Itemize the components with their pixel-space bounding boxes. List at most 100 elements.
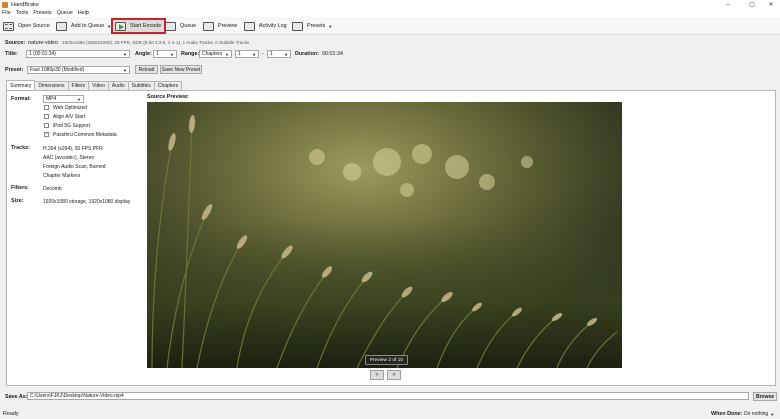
when-done-value: Do nothing: [744, 411, 769, 417]
presets-label: Presets: [307, 23, 326, 29]
filters-label: Filters:: [11, 185, 29, 191]
minimize-button[interactable]: –: [716, 0, 740, 9]
tab-chapters[interactable]: Chapters: [153, 81, 183, 90]
source-name: nature-video: [28, 39, 59, 46]
preview-label: Preview: [218, 23, 238, 29]
track-item: Chapter Markers: [43, 173, 81, 179]
menu-presets[interactable]: Presets: [33, 10, 51, 16]
angle-label: Angle:: [135, 51, 152, 57]
format-label: Format:: [11, 96, 32, 102]
handbrake-logo-icon: [2, 1, 8, 8]
range-type-value: Chapters: [202, 51, 223, 57]
menu-tools[interactable]: Tools: [16, 10, 29, 16]
maximize-button[interactable]: ▢: [740, 0, 764, 9]
reload-button[interactable]: Reload: [135, 65, 158, 74]
passthru-metadata-checkbox[interactable]: [44, 131, 49, 137]
track-item: AAC (avcodec), Stereo: [43, 155, 95, 161]
format-value: MP4: [46, 96, 57, 102]
chevron-down-icon: ▼: [770, 411, 775, 417]
range-label: Range:: [181, 51, 200, 57]
tab-filters[interactable]: Filters: [67, 81, 90, 90]
start-encode-label: Start Encode: [130, 23, 162, 29]
save-path-input[interactable]: C:\Users\FJKJ\Desktop\Nature-Video.mp4: [27, 392, 749, 400]
presets-icon: [292, 21, 303, 31]
title-label: Title:: [5, 51, 18, 57]
angle-select[interactable]: 1 ▼: [153, 50, 177, 58]
chevron-down-icon: ▼: [77, 96, 81, 102]
preset-select[interactable]: Fast 1080p30 (Modified) ▼: [27, 66, 130, 74]
preset-value: Fast 1080p30 (Modified): [30, 67, 85, 73]
tab-subtitles[interactable]: Subtitles: [127, 81, 155, 90]
track-item: Foreign Audio Scan, Burned: [43, 164, 106, 170]
when-done-select[interactable]: Do nothing ▼: [744, 410, 774, 418]
tab-dimensions[interactable]: Dimensions: [34, 81, 69, 90]
add-to-queue-label: Add to Queue: [71, 23, 105, 29]
align-av-start-label: Align A/V Start: [53, 114, 86, 120]
web-optimized-checkbox[interactable]: [44, 105, 49, 110]
add-to-queue-button[interactable]: Add to Queue ▼: [56, 19, 111, 33]
prev-preview-button[interactable]: <: [370, 370, 384, 380]
grass-photo: [147, 102, 622, 368]
queue-label: Queue: [180, 23, 197, 29]
presets-button[interactable]: Presets ▼: [292, 19, 332, 33]
chevron-down-icon: ▼: [252, 51, 256, 57]
chevron-down-icon: ▼: [123, 67, 127, 73]
chevron-down-icon[interactable]: ▼: [328, 24, 332, 29]
play-icon: [115, 21, 126, 31]
source-preview-image: [147, 102, 622, 368]
menu-queue[interactable]: Queue: [57, 10, 73, 16]
activity-log-label: Activity Log: [259, 23, 287, 29]
next-preview-button[interactable]: >: [387, 370, 401, 380]
title-value: 1 (00:01:34): [29, 51, 56, 57]
add-queue-icon: [56, 21, 67, 31]
preview-button[interactable]: Preview: [203, 19, 237, 33]
queue-button[interactable]: Queue: [165, 19, 196, 33]
open-source-button[interactable]: Open Source: [3, 19, 50, 33]
range-end-value: 1: [270, 51, 273, 57]
angle-value: 1: [156, 51, 159, 57]
size-label: Size:: [11, 198, 24, 204]
source-preview-label: Source Preview:: [147, 94, 189, 100]
ipod-5g-label: iPod 5G Support: [53, 123, 90, 129]
source-label: Source:: [5, 39, 26, 46]
queue-icon: [165, 21, 176, 31]
browse-button[interactable]: Browse: [753, 392, 777, 401]
source-info: 1920x1080 (1920x1080), 25 FPS, SDR (8-bi…: [62, 40, 250, 45]
tab-audio[interactable]: Audio: [107, 81, 129, 90]
tab-summary[interactable]: Summary: [6, 80, 36, 90]
duration-label: Duration:: [295, 51, 319, 57]
start-encode-button[interactable]: Start Encode: [111, 18, 167, 34]
title-bar: HandBrake: [0, 0, 780, 9]
title-select[interactable]: 1 (00:01:34) ▼: [26, 50, 130, 58]
align-av-start-checkbox[interactable]: [44, 114, 49, 119]
format-select[interactable]: MP4 ▼: [43, 95, 84, 103]
range-end-select[interactable]: 1 ▼: [267, 50, 291, 58]
tab-video[interactable]: Video: [88, 81, 109, 90]
save-path-value: C:\Users\FJKJ\Desktop\Nature-Video.mp4: [30, 393, 124, 399]
size-value: 1920x1080 storage, 1920x1080 display: [43, 199, 131, 205]
chevron-down-icon: ▼: [284, 51, 288, 57]
when-done-label: When Done:: [711, 411, 743, 417]
preview-icon: [203, 21, 214, 31]
preview-counter: Preview 2 of 10: [365, 355, 408, 365]
tab-bar: Summary Dimensions Filters Video Audio S…: [6, 80, 183, 90]
menu-bar: File Tools Presets Queue Help: [0, 9, 780, 17]
save-new-preset-button[interactable]: Save New Preset: [160, 65, 202, 74]
range-start-select[interactable]: 1 ▼: [235, 50, 259, 58]
range-start-value: 1: [238, 51, 241, 57]
chevron-down-icon: ▼: [225, 51, 229, 57]
film-icon: [3, 21, 14, 31]
menu-file[interactable]: File: [2, 10, 11, 16]
toolbar: Open Source Add to Queue ▼ Start Encode …: [0, 17, 780, 35]
menu-help[interactable]: Help: [78, 10, 89, 16]
tracks-label: Tracks:: [11, 145, 30, 151]
activity-log-button[interactable]: Activity Log: [244, 19, 287, 33]
range-separator: -: [262, 51, 264, 57]
close-button[interactable]: ✕: [762, 0, 780, 9]
duration-value: 00:01:34: [322, 51, 343, 57]
range-type-select[interactable]: Chapters ▼: [199, 50, 232, 58]
open-source-label: Open Source: [18, 23, 50, 29]
web-optimized-label: Web Optimized: [53, 105, 88, 111]
preset-label: Preset:: [5, 67, 24, 73]
ipod-5g-checkbox[interactable]: [44, 123, 49, 128]
